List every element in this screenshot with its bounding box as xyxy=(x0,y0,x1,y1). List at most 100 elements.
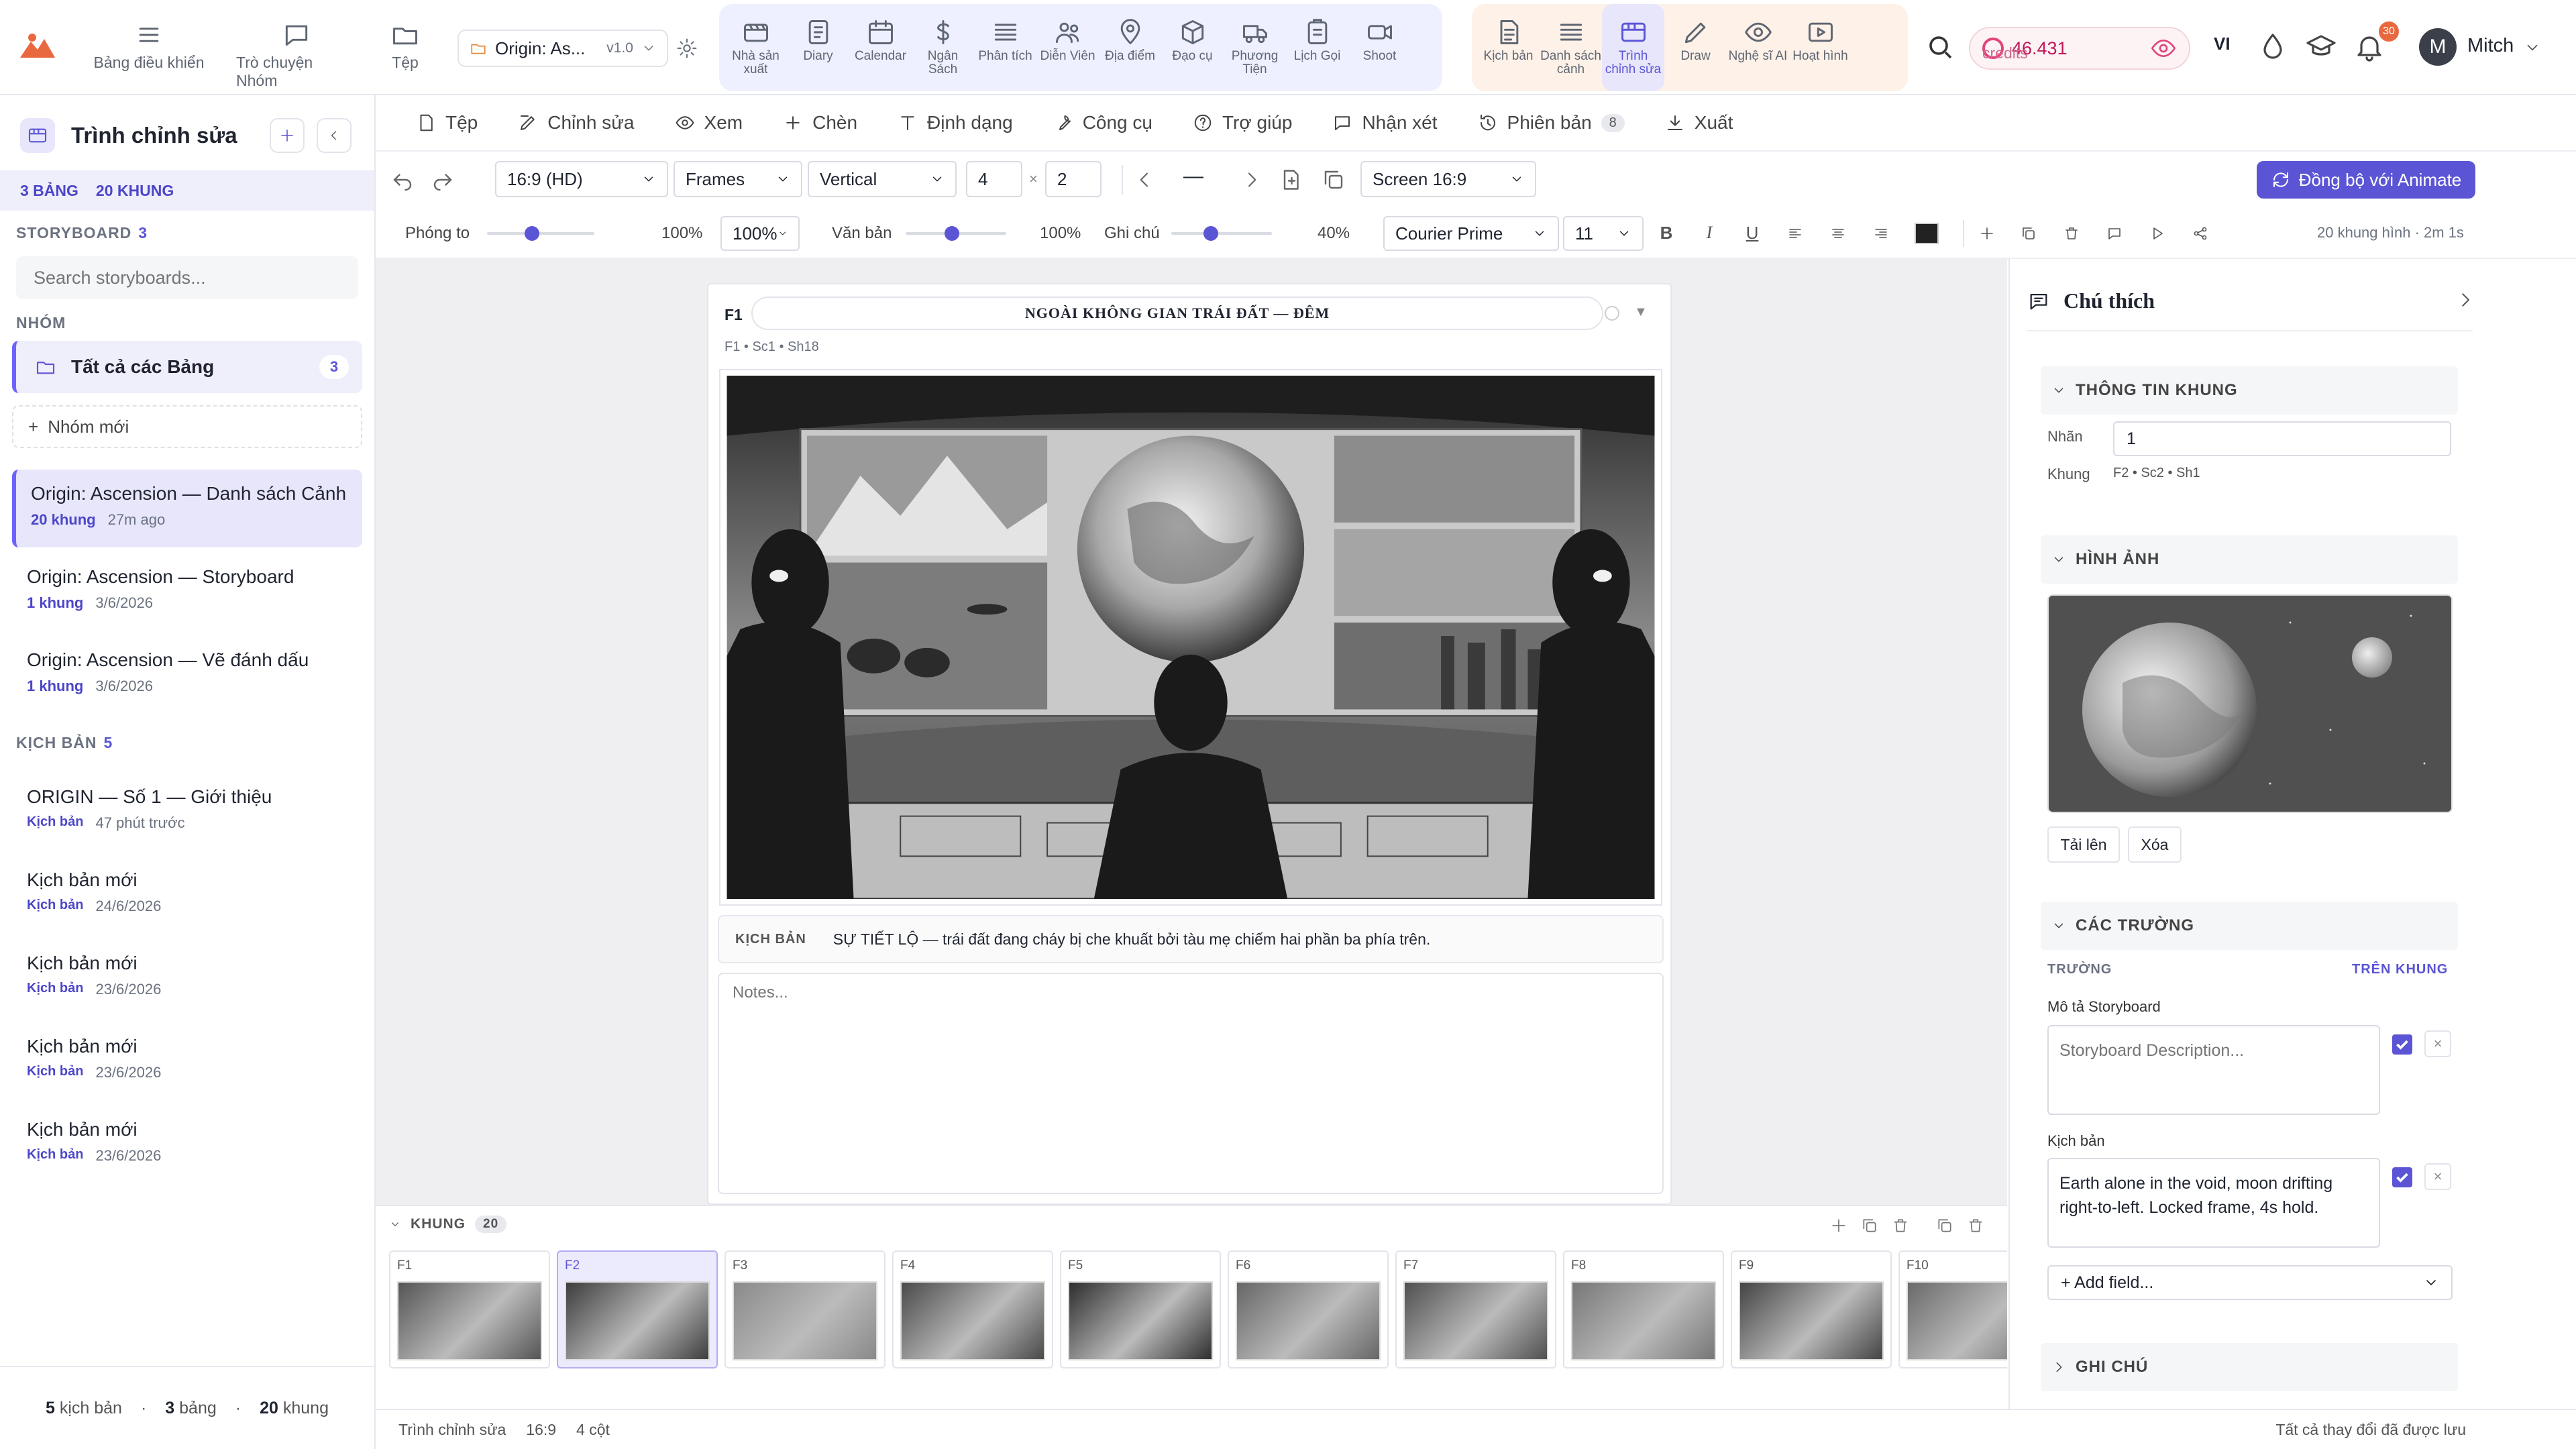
tool-callsheet[interactable]: Lịch Gọi xyxy=(1286,4,1348,91)
zoom-slider[interactable] xyxy=(487,226,594,241)
align-left-icon[interactable] xyxy=(1784,223,1806,244)
trash-icon[interactable] xyxy=(2061,223,2082,244)
upload-image-button[interactable]: Tải lên xyxy=(2047,826,2120,863)
script-list-item[interactable]: Kịch bản mới Kịch bản 23/6/2026 xyxy=(12,939,362,1017)
fields-section[interactable]: CÁC TRƯỜNG xyxy=(2041,902,2458,950)
frame-thumbnail[interactable]: F8 xyxy=(1563,1250,1724,1368)
tool-vehicle[interactable]: Phương Tiện xyxy=(1224,4,1286,91)
search-icon[interactable] xyxy=(1924,31,1956,63)
italic-button[interactable]: I xyxy=(1699,223,1720,244)
nav-dashboard[interactable]: Bảng điều khiển xyxy=(89,20,209,72)
export-frame-icon[interactable] xyxy=(1279,168,1303,192)
frame-thumbnail[interactable]: F1 xyxy=(389,1250,550,1368)
frame-thumbnail[interactable]: F7 xyxy=(1395,1250,1556,1368)
zoom-slider-knob[interactable] xyxy=(525,226,539,241)
search-storyboards-input[interactable] xyxy=(16,256,358,299)
credits-badge[interactable]: 46.431 credits xyxy=(1969,27,2190,70)
frame-thumbnail[interactable]: F5 xyxy=(1060,1250,1221,1368)
duplicate-icon[interactable] xyxy=(1322,168,1346,192)
view-mode-select[interactable]: Frames xyxy=(674,161,802,197)
notes-size-slider-knob[interactable] xyxy=(1203,226,1218,241)
tool-pen[interactable]: Draw xyxy=(1664,4,1727,91)
avatar[interactable]: M xyxy=(2419,28,2457,66)
frame-image[interactable] xyxy=(719,369,1662,906)
menu-item-file[interactable]: Tệp xyxy=(416,112,478,133)
frame-thumbnail[interactable]: F4 xyxy=(892,1250,1053,1368)
tool-breakdown[interactable]: Phân tích xyxy=(974,4,1036,91)
comment-icon[interactable] xyxy=(2104,223,2125,244)
share-icon[interactable] xyxy=(2190,223,2211,244)
group-all-boards[interactable]: Tất cả các Bảng 3 xyxy=(12,341,362,393)
tool-storyboard[interactable]: Trình chỉnh sửa xyxy=(1602,4,1664,91)
tool-diary[interactable]: Diary xyxy=(787,4,849,91)
text-color-swatch[interactable] xyxy=(1915,223,1939,244)
tool-play[interactable]: Hoạt hình xyxy=(1789,4,1851,91)
frame-info-section[interactable]: THÔNG TIN KHUNG xyxy=(2041,366,2458,415)
rows-input[interactable]: 2 xyxy=(1045,161,1102,197)
text-size-slider[interactable] xyxy=(906,226,1006,241)
bold-button[interactable]: B xyxy=(1656,223,1677,244)
project-settings-gear-icon[interactable] xyxy=(668,30,706,67)
screen-select[interactable]: Screen 16:9 xyxy=(1360,161,1536,197)
tool-producer[interactable]: Nhà sản xuất xyxy=(724,4,787,91)
remove-script-field-button[interactable]: × xyxy=(2424,1163,2451,1190)
script-list-item[interactable]: Kịch bản mới Kịch bản 23/6/2026 xyxy=(12,1022,362,1100)
storyboard-list-item[interactable]: Origin: Ascension — Danh sách Cảnh 20 khu… xyxy=(12,470,362,547)
tool-location[interactable]: Địa điểm xyxy=(1099,4,1161,91)
zoom-select[interactable]: 100% xyxy=(720,216,800,251)
add-frame-icon[interactable] xyxy=(1976,223,1998,244)
aspect-ratio-select[interactable]: 16:9 (HD) xyxy=(495,161,668,197)
underline-button[interactable]: U xyxy=(1741,223,1763,244)
menu-item-text[interactable]: Định dạng xyxy=(898,112,1013,133)
align-center-icon[interactable] xyxy=(1827,223,1849,244)
label-field-input[interactable]: 1 xyxy=(2113,421,2451,456)
nav-files[interactable]: Tệp xyxy=(345,20,466,72)
tool-script[interactable]: Kịch bản xyxy=(1477,4,1540,91)
redo-icon[interactable] xyxy=(431,168,455,192)
menu-item-plus[interactable]: Chèn xyxy=(783,112,857,133)
tool-props[interactable]: Đạo cụ xyxy=(1161,4,1224,91)
app-logo[interactable] xyxy=(19,32,56,59)
frame-menu-caret[interactable]: ▼ xyxy=(1634,305,1648,320)
add-storyboard-button[interactable] xyxy=(270,118,305,153)
script-field-input[interactable]: Earth alone in the void, moon drifting r… xyxy=(2047,1158,2380,1248)
language-switch[interactable]: VI xyxy=(2214,34,2231,54)
sync-animate-button[interactable]: Đồng bộ với Animate xyxy=(2257,161,2475,199)
columns-input[interactable]: 4 xyxy=(966,161,1022,197)
menu-item-comment[interactable]: Nhận xét xyxy=(1332,112,1438,133)
copy-icon[interactable] xyxy=(2018,223,2039,244)
collapse-sidebar-button[interactable] xyxy=(317,118,352,153)
script-list-item[interactable]: Kịch bản mới Kịch bản 23/6/2026 xyxy=(12,1106,362,1183)
scene-heading[interactable]: NGOÀI KHÔNG GIAN TRÁI ĐẤT — ĐÊM xyxy=(751,297,1603,330)
script-list-item[interactable]: ORIGIN — Số 1 — Giới thiệu Kịch bản 47 phú… xyxy=(12,773,362,851)
menu-item-download[interactable]: Xuất xyxy=(1665,112,1733,133)
add-field-select[interactable]: + Add field... xyxy=(2047,1265,2453,1300)
notes-size-slider[interactable] xyxy=(1171,226,1272,241)
frame-thumbnail[interactable]: F9 xyxy=(1731,1250,1892,1368)
chevron-left-icon[interactable] xyxy=(1134,169,1155,191)
tool-dollar[interactable]: Ngân Sách xyxy=(912,4,974,91)
play-icon[interactable] xyxy=(2147,223,2168,244)
menu-item-edit[interactable]: Chỉnh sửa xyxy=(518,112,635,133)
tool-eye[interactable]: Nghệ sĩ AI xyxy=(1727,4,1789,91)
storyboard-list-item[interactable]: Origin: Ascension — Storyboard 1 khung 3/6… xyxy=(12,553,362,631)
status-circle[interactable] xyxy=(1605,306,1619,321)
font-family-select[interactable]: Courier Prime xyxy=(1383,216,1559,251)
frame-thumbnail[interactable]: F6 xyxy=(1228,1250,1389,1368)
tool-list[interactable]: Danh sách cảnh xyxy=(1540,4,1602,91)
chevron-down-icon[interactable] xyxy=(2524,39,2541,56)
graduation-cap-icon[interactable] xyxy=(2305,31,2337,63)
remove-description-field-button[interactable]: × xyxy=(2424,1030,2451,1057)
frame-thumbnail[interactable]: F10 xyxy=(1898,1250,2007,1368)
image-section[interactable]: HÌNH ẢNH xyxy=(2041,535,2458,584)
orientation-select[interactable]: Vertical xyxy=(808,161,957,197)
storyboard-description-input[interactable] xyxy=(2047,1025,2380,1115)
font-size-select[interactable]: 11 xyxy=(1563,216,1644,251)
tool-calendar[interactable]: Calendar xyxy=(849,4,912,91)
notes-section[interactable]: GHI CHÚ xyxy=(2041,1343,2458,1391)
script-list-item[interactable]: Kịch bản mới Kịch bản 24/6/2026 xyxy=(12,856,362,934)
script-on-frame-checkbox[interactable] xyxy=(2392,1167,2412,1187)
chevron-right-icon[interactable] xyxy=(1241,169,1263,191)
description-on-frame-checkbox[interactable] xyxy=(2392,1034,2412,1055)
menu-item-wrench[interactable]: Công cụ xyxy=(1053,112,1152,133)
